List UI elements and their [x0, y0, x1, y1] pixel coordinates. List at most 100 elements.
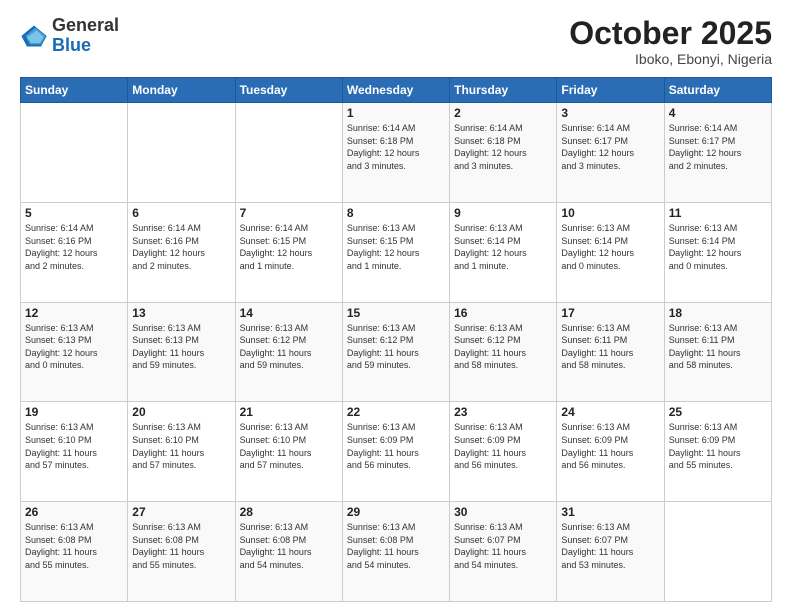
page: General Blue October 2025 Iboko, Ebonyi,… [0, 0, 792, 612]
calendar-cell: 8 Sunrise: 6:13 AM Sunset: 6:15 PM Daylig… [342, 202, 449, 302]
day-number: 25 [669, 405, 767, 419]
cell-info: Sunrise: 6:13 AM Sunset: 6:13 PM Dayligh… [132, 322, 230, 372]
month-title: October 2025 [569, 16, 772, 51]
title-block: October 2025 Iboko, Ebonyi, Nigeria [569, 16, 772, 67]
header: General Blue October 2025 Iboko, Ebonyi,… [20, 16, 772, 67]
cell-info: Sunrise: 6:14 AM Sunset: 6:18 PM Dayligh… [347, 122, 445, 172]
calendar-cell: 16 Sunrise: 6:13 AM Sunset: 6:12 PM Dayli… [450, 302, 557, 402]
day-header-friday: Friday [557, 78, 664, 103]
cell-info: Sunrise: 6:14 AM Sunset: 6:15 PM Dayligh… [240, 222, 338, 272]
calendar-cell: 20 Sunrise: 6:13 AM Sunset: 6:10 PM Dayli… [128, 402, 235, 502]
calendar-week-2: 5 Sunrise: 6:14 AM Sunset: 6:16 PM Daylig… [21, 202, 772, 302]
calendar-cell: 15 Sunrise: 6:13 AM Sunset: 6:12 PM Dayli… [342, 302, 449, 402]
cell-info: Sunrise: 6:13 AM Sunset: 6:09 PM Dayligh… [454, 421, 552, 471]
day-header-sunday: Sunday [21, 78, 128, 103]
cell-info: Sunrise: 6:13 AM Sunset: 6:14 PM Dayligh… [561, 222, 659, 272]
calendar-cell: 5 Sunrise: 6:14 AM Sunset: 6:16 PM Daylig… [21, 202, 128, 302]
calendar-week-5: 26 Sunrise: 6:13 AM Sunset: 6:08 PM Dayli… [21, 502, 772, 602]
logo-icon [20, 22, 48, 50]
day-number: 30 [454, 505, 552, 519]
calendar-cell: 10 Sunrise: 6:13 AM Sunset: 6:14 PM Dayli… [557, 202, 664, 302]
calendar-cell: 9 Sunrise: 6:13 AM Sunset: 6:14 PM Daylig… [450, 202, 557, 302]
day-number: 31 [561, 505, 659, 519]
calendar-cell: 17Sunrise: 6:13 AM Sunset: 6:11 PM Dayli… [557, 302, 664, 402]
cell-info: Sunrise: 6:13 AM Sunset: 6:08 PM Dayligh… [347, 521, 445, 571]
day-header-wednesday: Wednesday [342, 78, 449, 103]
day-number: 12 [25, 306, 123, 320]
cell-info: Sunrise: 6:14 AM Sunset: 6:16 PM Dayligh… [25, 222, 123, 272]
cell-info: Sunrise: 6:13 AM Sunset: 6:12 PM Dayligh… [240, 322, 338, 372]
calendar-cell: 21Sunrise: 6:13 AM Sunset: 6:10 PM Dayli… [235, 402, 342, 502]
calendar-cell: 29 Sunrise: 6:13 AM Sunset: 6:08 PM Dayli… [342, 502, 449, 602]
cell-info: Sunrise: 6:14 AM Sunset: 6:17 PM Dayligh… [669, 122, 767, 172]
cell-info: Sunrise: 6:13 AM Sunset: 6:10 PM Dayligh… [132, 421, 230, 471]
day-number: 26 [25, 505, 123, 519]
cell-info: Sunrise: 6:13 AM Sunset: 6:12 PM Dayligh… [347, 322, 445, 372]
day-number: 29 [347, 505, 445, 519]
day-number: 3 [561, 106, 659, 120]
calendar-header-row: SundayMondayTuesdayWednesdayThursdayFrid… [21, 78, 772, 103]
day-number: 9 [454, 206, 552, 220]
location: Iboko, Ebonyi, Nigeria [569, 51, 772, 67]
calendar-cell: 11Sunrise: 6:13 AM Sunset: 6:14 PM Dayli… [664, 202, 771, 302]
cell-info: Sunrise: 6:14 AM Sunset: 6:17 PM Dayligh… [561, 122, 659, 172]
calendar-week-1: 1 Sunrise: 6:14 AM Sunset: 6:18 PM Daylig… [21, 103, 772, 203]
day-header-saturday: Saturday [664, 78, 771, 103]
cell-info: Sunrise: 6:13 AM Sunset: 6:07 PM Dayligh… [561, 521, 659, 571]
day-number: 7 [240, 206, 338, 220]
cell-info: Sunrise: 6:13 AM Sunset: 6:13 PM Dayligh… [25, 322, 123, 372]
day-number: 2 [454, 106, 552, 120]
day-header-tuesday: Tuesday [235, 78, 342, 103]
cell-info: Sunrise: 6:13 AM Sunset: 6:14 PM Dayligh… [669, 222, 767, 272]
day-number: 15 [347, 306, 445, 320]
calendar-cell [128, 103, 235, 203]
day-number: 13 [132, 306, 230, 320]
calendar-cell: 28Sunrise: 6:13 AM Sunset: 6:08 PM Dayli… [235, 502, 342, 602]
day-number: 5 [25, 206, 123, 220]
day-number: 10 [561, 206, 659, 220]
cell-info: Sunrise: 6:13 AM Sunset: 6:08 PM Dayligh… [25, 521, 123, 571]
calendar-cell: 19 Sunrise: 6:13 AM Sunset: 6:10 PM Dayli… [21, 402, 128, 502]
day-number: 16 [454, 306, 552, 320]
cell-info: Sunrise: 6:13 AM Sunset: 6:07 PM Dayligh… [454, 521, 552, 571]
day-number: 19 [25, 405, 123, 419]
cell-info: Sunrise: 6:13 AM Sunset: 6:14 PM Dayligh… [454, 222, 552, 272]
logo-blue: Blue [52, 35, 91, 55]
day-number: 24 [561, 405, 659, 419]
calendar-cell: 13 Sunrise: 6:13 AM Sunset: 6:13 PM Dayli… [128, 302, 235, 402]
cell-info: Sunrise: 6:13 AM Sunset: 6:12 PM Dayligh… [454, 322, 552, 372]
cell-info: Sunrise: 6:13 AM Sunset: 6:10 PM Dayligh… [25, 421, 123, 471]
cell-info: Sunrise: 6:13 AM Sunset: 6:09 PM Dayligh… [347, 421, 445, 471]
cell-info: Sunrise: 6:14 AM Sunset: 6:16 PM Dayligh… [132, 222, 230, 272]
day-number: 23 [454, 405, 552, 419]
calendar-cell: 18Sunrise: 6:13 AM Sunset: 6:11 PM Dayli… [664, 302, 771, 402]
logo: General Blue [20, 16, 119, 56]
day-number: 18 [669, 306, 767, 320]
calendar-cell: 6Sunrise: 6:14 AM Sunset: 6:16 PM Daylig… [128, 202, 235, 302]
day-number: 22 [347, 405, 445, 419]
calendar-cell: 12 Sunrise: 6:13 AM Sunset: 6:13 PM Dayli… [21, 302, 128, 402]
day-number: 14 [240, 306, 338, 320]
day-number: 20 [132, 405, 230, 419]
day-header-monday: Monday [128, 78, 235, 103]
cell-info: Sunrise: 6:13 AM Sunset: 6:15 PM Dayligh… [347, 222, 445, 272]
calendar-cell: 25 Sunrise: 6:13 AM Sunset: 6:09 PM Dayli… [664, 402, 771, 502]
calendar-cell: 2Sunrise: 6:14 AM Sunset: 6:18 PM Daylig… [450, 103, 557, 203]
calendar-cell: 30 Sunrise: 6:13 AM Sunset: 6:07 PM Dayli… [450, 502, 557, 602]
calendar-cell: 1 Sunrise: 6:14 AM Sunset: 6:18 PM Daylig… [342, 103, 449, 203]
calendar-cell: 31 Sunrise: 6:13 AM Sunset: 6:07 PM Dayli… [557, 502, 664, 602]
calendar-cell [235, 103, 342, 203]
day-number: 4 [669, 106, 767, 120]
calendar-cell: 23 Sunrise: 6:13 AM Sunset: 6:09 PM Dayli… [450, 402, 557, 502]
calendar-cell [664, 502, 771, 602]
logo-general: General [52, 15, 119, 35]
calendar-cell: 7 Sunrise: 6:14 AM Sunset: 6:15 PM Daylig… [235, 202, 342, 302]
cell-info: Sunrise: 6:13 AM Sunset: 6:11 PM Dayligh… [561, 322, 659, 372]
cell-info: Sunrise: 6:13 AM Sunset: 6:08 PM Dayligh… [240, 521, 338, 571]
calendar-cell: 27Sunrise: 6:13 AM Sunset: 6:08 PM Dayli… [128, 502, 235, 602]
day-number: 21 [240, 405, 338, 419]
day-number: 1 [347, 106, 445, 120]
calendar-cell: 3 Sunrise: 6:14 AM Sunset: 6:17 PM Daylig… [557, 103, 664, 203]
cell-info: Sunrise: 6:13 AM Sunset: 6:09 PM Dayligh… [669, 421, 767, 471]
day-number: 8 [347, 206, 445, 220]
